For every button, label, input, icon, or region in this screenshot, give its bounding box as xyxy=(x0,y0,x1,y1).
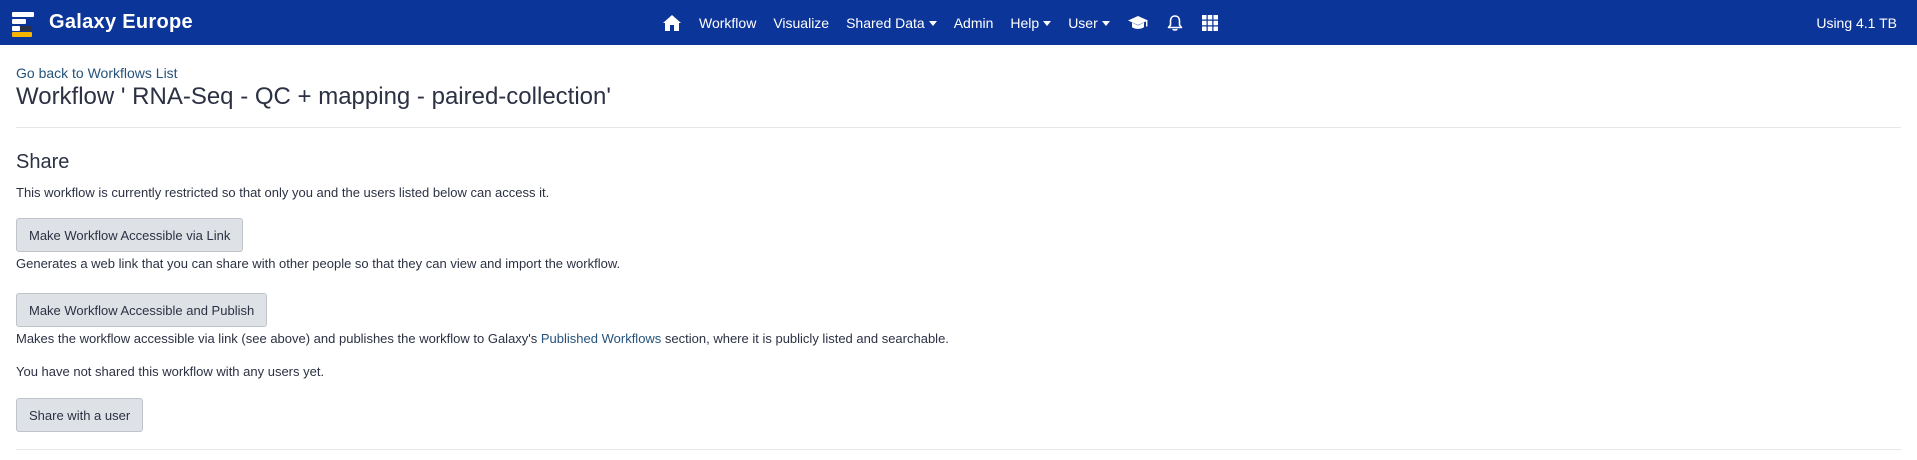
chevron-down-icon xyxy=(928,21,937,26)
publish-description-after: section, where it is publicly listed and… xyxy=(661,331,949,346)
title-divider xyxy=(16,127,1901,128)
quota-meter[interactable]: Using 4.1 TB xyxy=(1816,0,1897,45)
grid-icon[interactable] xyxy=(1201,14,1219,32)
publish-description-before: Makes the workflow accessible via link (… xyxy=(16,331,541,346)
galaxy-logo-icon xyxy=(12,9,36,37)
share-with-user-button[interactable]: Share with a user xyxy=(16,398,144,432)
users-share-status: You have not shared this workflow with a… xyxy=(16,364,325,379)
published-workflows-link[interactable]: Published Workflows xyxy=(541,331,661,346)
brand[interactable]: Galaxy Europe xyxy=(12,0,193,45)
nav-help[interactable]: Help xyxy=(1010,14,1052,31)
nav-user-label: User xyxy=(1068,14,1098,31)
nav-admin[interactable]: Admin xyxy=(954,15,994,31)
bottom-divider xyxy=(16,449,1901,450)
nav-visualize[interactable]: Visualize xyxy=(773,15,829,31)
home-icon[interactable] xyxy=(662,14,682,32)
nav-shared-data-label: Shared Data xyxy=(846,14,925,31)
nav-shared-data[interactable]: Shared Data xyxy=(846,15,937,31)
nav-help-label: Help xyxy=(1010,14,1040,31)
chevron-down-icon xyxy=(1043,21,1052,26)
share-heading: Share xyxy=(16,151,70,173)
nav-workflow[interactable]: Workflow xyxy=(699,15,756,31)
page-title: Workflow ' RNA-Seq - QC + mapping - pair… xyxy=(16,83,611,110)
graduation-cap-icon[interactable] xyxy=(1127,15,1149,31)
main-nav: Workflow Visualize Shared Data Admin Hel… xyxy=(662,0,1236,45)
nav-user[interactable]: User xyxy=(1068,15,1110,31)
link-description: Generates a web link that you can share … xyxy=(16,256,621,271)
back-to-workflows-link[interactable]: Go back to Workflows List xyxy=(16,65,178,81)
share-status-text: This workflow is currently restricted so… xyxy=(16,185,550,200)
top-navbar: Galaxy Europe Workflow Visualize Shared … xyxy=(0,0,1917,45)
make-accessible-publish-button[interactable]: Make Workflow Accessible and Publish xyxy=(16,293,268,327)
chevron-down-icon xyxy=(1101,21,1110,26)
bell-icon[interactable] xyxy=(1166,14,1184,32)
make-accessible-link-button[interactable]: Make Workflow Accessible via Link xyxy=(16,218,244,252)
publish-description: Makes the workflow accessible via link (… xyxy=(16,331,949,346)
brand-title[interactable]: Galaxy Europe xyxy=(49,11,193,34)
